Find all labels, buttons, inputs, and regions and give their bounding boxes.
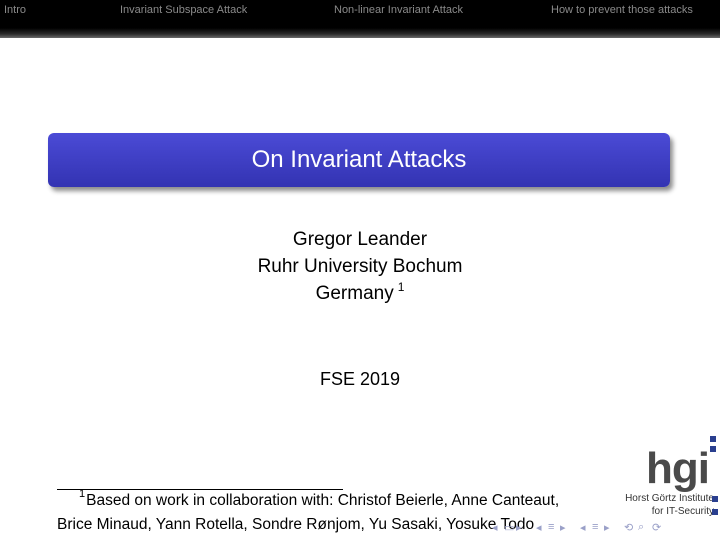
- nav-subsection-prev-icon[interactable]: ◂: [536, 521, 542, 534]
- conference-name: FSE 2019: [319, 369, 401, 389]
- logo-square-2: [710, 446, 716, 452]
- nav-forward-icon[interactable]: ⟳: [652, 521, 661, 534]
- author-country: Germany: [315, 283, 394, 304]
- nav-frame-icon[interactable]: ▭: [504, 521, 514, 534]
- author-country-line: Germany 1: [0, 280, 720, 305]
- nav-section-intro[interactable]: Intro: [4, 4, 26, 16]
- beamer-navigation-symbols: ◂ ▭ ▸ ◂ ≡ ▸ ◂ ≡ ▸ ⟲ ⌕ ⟳: [492, 521, 720, 539]
- nav-section-prev-icon[interactable]: ◂: [580, 521, 586, 534]
- section-navigation-bar: Intro Invariant Subspace Attack Non-line…: [0, 0, 720, 38]
- title-box: On Invariant Attacks: [48, 133, 670, 187]
- footnote-text-2: Brice Minaud, Yann Rotella, Sondre Rønjo…: [57, 516, 535, 533]
- logo-security-line: for IT-Security: [651, 506, 714, 517]
- author-institution: Ruhr University Bochum: [257, 256, 463, 277]
- nav-frame-prev-icon[interactable]: ◂: [492, 521, 498, 534]
- logo-square-1: [710, 436, 716, 442]
- nav-section-prevent-attacks[interactable]: How to prevent those attacks: [551, 4, 693, 16]
- nav-subsection-icon[interactable]: ≡: [548, 521, 554, 533]
- footnote-reference: 1: [397, 280, 405, 294]
- logo-institute-line: Horst Görtz Institute: [625, 493, 714, 504]
- nav-back-icon[interactable]: ⟲: [624, 521, 633, 534]
- hgi-logo-letters: hgi: [646, 444, 710, 493]
- nav-frame-next-icon[interactable]: ▸: [516, 521, 522, 534]
- nav-section-icon[interactable]: ≡: [592, 521, 598, 533]
- footnote-mark: 1: [79, 488, 86, 500]
- nav-section-non-linear-invariant-attack[interactable]: Non-linear Invariant Attack: [334, 4, 463, 16]
- footnote-text-1: Based on work in collaboration with: Chr…: [86, 492, 560, 509]
- nav-subsection-next-icon[interactable]: ▸: [560, 521, 566, 534]
- footnote-line-1: 1Based on work in collaboration with: Ch…: [79, 488, 560, 510]
- logo-square-3: [712, 496, 718, 502]
- footnote-divider: [57, 489, 343, 490]
- slide-title: On Invariant Attacks: [251, 146, 467, 173]
- author-name: Gregor Leander: [292, 229, 428, 250]
- nav-section-invariant-subspace-attack[interactable]: Invariant Subspace Attack: [120, 4, 247, 16]
- nav-search-icon[interactable]: ⌕: [638, 521, 644, 534]
- nav-section-next-icon[interactable]: ▸: [604, 521, 610, 534]
- logo-square-4: [712, 509, 718, 515]
